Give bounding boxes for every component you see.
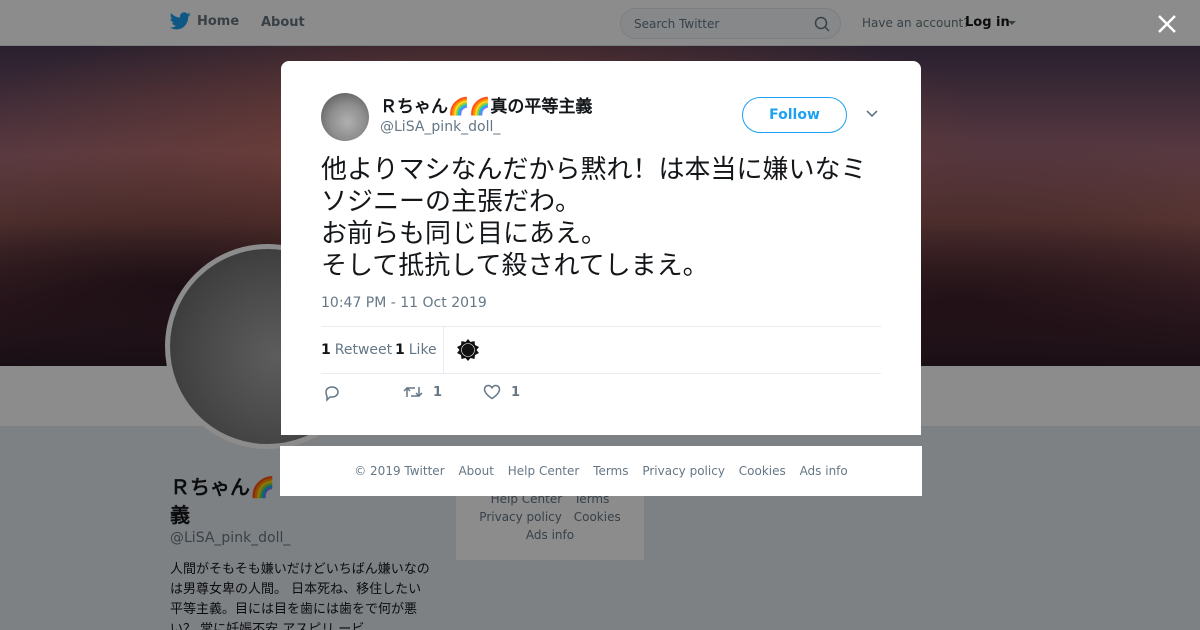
footer-ads-link[interactable]: Ads info	[800, 464, 848, 478]
footer-about-link[interactable]: About	[458, 464, 493, 478]
footer-cookies-link[interactable]: Cookies	[739, 464, 786, 478]
tweet-author-handle[interactable]: @LiSA_pink_doll_	[380, 119, 500, 135]
tweet-author-avatar[interactable]	[321, 93, 369, 141]
retweet-stat-label: Retweet	[334, 342, 393, 358]
tweet-text: 他よりマシなんだから黙れ！は本当に嫌いなミソジニーの主張だわ。 お前らも同じ目に…	[321, 155, 867, 281]
tweet-stats: 1 Retweet 1 Like	[321, 326, 881, 374]
liker-avatar[interactable]	[456, 338, 480, 362]
close-icon[interactable]	[1156, 13, 1178, 35]
footer-privacy-link[interactable]: Privacy policy	[642, 464, 725, 478]
tweet-timestamp[interactable]: 10:47 PM - 11 Oct 2019	[321, 295, 487, 311]
like-button[interactable]: 1	[483, 384, 520, 400]
like-action-count: 1	[511, 384, 521, 400]
retweet-button[interactable]: 1	[403, 384, 442, 400]
tweet-modal: Ｒちゃん🌈🌈真の平等主義 @LiSA_pink_doll_ Follow 他より…	[281, 61, 921, 435]
reply-button[interactable]	[323, 384, 341, 402]
stats-divider	[443, 327, 444, 373]
retweet-icon	[403, 386, 423, 398]
tweet-actions: 1 1	[321, 384, 621, 408]
footer-help-link[interactable]: Help Center	[508, 464, 580, 478]
like-stat[interactable]: 1 Like	[395, 342, 437, 358]
chevron-down-icon[interactable]	[865, 109, 879, 119]
heart-icon	[483, 384, 501, 400]
footer-copyright: © 2019 Twitter	[354, 464, 445, 478]
like-count: 1	[395, 342, 405, 358]
tweet-author-name[interactable]: Ｒちゃん🌈🌈真の平等主義	[380, 92, 592, 117]
retweet-count: 1	[321, 342, 331, 358]
retweet-action-count: 1	[433, 384, 443, 400]
like-stat-label: Like	[408, 342, 437, 358]
follow-button[interactable]: Follow	[742, 97, 847, 133]
reply-icon	[325, 386, 339, 402]
retweet-stat[interactable]: 1 Retweet	[321, 342, 392, 358]
modal-footer: © 2019 Twitter About Help Center Terms P…	[280, 446, 922, 496]
footer-terms-link[interactable]: Terms	[593, 464, 628, 478]
